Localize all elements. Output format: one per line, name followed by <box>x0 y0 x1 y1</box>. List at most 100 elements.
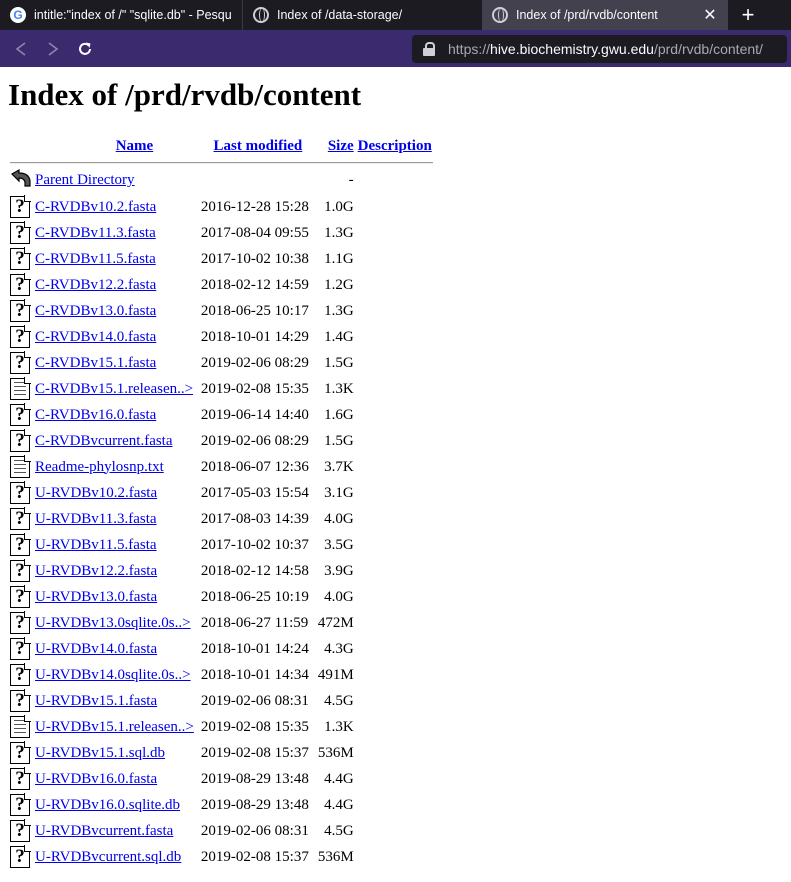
file-link[interactable]: U-RVDBv14.0sqlite.0s..> <box>35 667 191 683</box>
file-link[interactable]: U-RVDBvcurrent.sql.db <box>35 849 181 865</box>
size-cell: 4.0G <box>324 588 354 605</box>
sort-by-description-link[interactable]: Description <box>358 138 432 154</box>
tab-title: intitle:"index of /" "sqlite.db" - Pesqu… <box>34 8 232 22</box>
file-link[interactable]: U-RVDBv14.0.fasta <box>35 641 157 657</box>
file-link[interactable]: C-RVDBv15.1.releasen..> <box>35 381 193 397</box>
description-cell <box>357 611 433 635</box>
file-link[interactable]: C-RVDBv14.0.fasta <box>35 329 156 345</box>
back-button[interactable] <box>10 38 32 60</box>
size-cell: 4.5G <box>324 692 354 709</box>
unknown-file-icon: ? <box>10 299 31 322</box>
forward-button[interactable] <box>42 38 64 60</box>
name-cell: U-RVDBvcurrent.sql.db <box>34 845 195 869</box>
text-file-icon <box>10 715 31 738</box>
size-cell: 1.6G <box>324 406 354 423</box>
name-cell: U-RVDBv10.2.fasta <box>34 481 195 505</box>
size-cell: 3.7K <box>324 458 354 475</box>
icon-cell: ? <box>10 689 32 713</box>
file-link[interactable]: C-RVDBvcurrent.fasta <box>35 433 173 449</box>
size-cell: 491M <box>317 666 354 683</box>
tab-data-storage[interactable]: Index of /data-storage/ <box>242 0 476 30</box>
sort-by-modified-link[interactable]: Last modified <box>213 138 302 154</box>
file-link[interactable]: U-RVDBv16.0.fasta <box>35 771 157 787</box>
file-link[interactable]: C-RVDBv11.3.fasta <box>35 225 156 241</box>
description-cell <box>357 247 433 271</box>
globe-icon <box>253 7 269 23</box>
name-cell: Readme-phylosnp.txt <box>34 455 195 479</box>
sort-by-name-link[interactable]: Name <box>116 138 154 154</box>
date-cell: 2018-06-07 12:36 <box>200 458 309 475</box>
sort-by-size-link[interactable]: Size <box>328 138 354 154</box>
text-file-icon <box>10 377 31 400</box>
file-link[interactable]: C-RVDBv16.0.fasta <box>35 407 156 423</box>
file-link[interactable]: U-RVDBv13.0sqlite.0s..> <box>35 615 191 631</box>
file-link[interactable]: U-RVDBv11.5.fasta <box>35 537 157 553</box>
tab-google-search[interactable]: G intitle:"index of /" "sqlite.db" - Pes… <box>0 0 242 30</box>
description-cell <box>357 481 433 505</box>
url-scheme: https:// <box>448 40 491 57</box>
description-cell <box>357 168 433 193</box>
reload-button[interactable] <box>74 38 96 60</box>
size-cell: 1.0G <box>324 198 354 215</box>
name-cell: U-RVDBv12.2.fasta <box>34 559 195 583</box>
table-row: ? C-RVDBv15.1.fasta 2019-02-06 08:29 1.5G <box>10 351 433 375</box>
file-link[interactable]: C-RVDBv10.2.fasta <box>35 199 156 215</box>
unknown-file-icon: ? <box>10 793 31 816</box>
icon-cell: ? <box>10 403 32 427</box>
size-cell: 1.1G <box>324 250 354 267</box>
name-cell: U-RVDBvcurrent.fasta <box>34 819 195 843</box>
lock-icon <box>422 41 436 56</box>
icon-cell: ? <box>10 585 32 609</box>
file-link[interactable]: U-RVDBv13.0.fasta <box>35 589 157 605</box>
size-cell: 1.3G <box>324 224 354 241</box>
description-cell <box>357 637 433 661</box>
table-row: ? C-RVDBv11.5.fasta 2017-10-02 10:38 1.1G <box>10 247 433 271</box>
file-link[interactable]: U-RVDBv15.1.fasta <box>35 693 157 709</box>
date-cell: 2019-02-06 08:31 <box>200 692 309 709</box>
file-link[interactable]: U-RVDBv15.1.releasen..> <box>35 719 194 735</box>
date-cell: 2019-02-08 15:37 <box>200 744 309 761</box>
file-link[interactable]: U-RVDBvcurrent.fasta <box>35 823 173 839</box>
table-row: C-RVDBv15.1.releasen..> 2019-02-08 15:35 1… <box>10 377 433 401</box>
file-link[interactable]: C-RVDBv11.5.fasta <box>35 251 156 267</box>
tab-rvdb-content[interactable]: Index of /prd/rvdb/content ✕ <box>482 0 728 30</box>
new-tab-button[interactable]: + <box>728 0 768 30</box>
unknown-file-icon: ? <box>10 481 31 504</box>
size-cell: 4.3G <box>324 640 354 657</box>
table-row: ? U-RVDBv16.0.fasta 2019-08-29 13:48 4.4G <box>10 767 433 791</box>
file-link[interactable]: C-RVDBv13.0.fasta <box>35 303 156 319</box>
file-link[interactable]: U-RVDBv11.3.fasta <box>35 511 157 527</box>
file-link[interactable]: C-RVDBv15.1.fasta <box>35 355 156 371</box>
date-cell: 2018-06-25 10:17 <box>200 302 309 319</box>
date-cell: 2019-02-06 08:29 <box>200 354 309 371</box>
description-cell <box>357 559 433 583</box>
size-cell: 4.0G <box>324 510 354 527</box>
icon-cell: ? <box>10 845 32 869</box>
file-link[interactable]: U-RVDBv15.1.sql.db <box>35 745 165 761</box>
description-cell <box>357 351 433 375</box>
unknown-file-icon: ? <box>10 845 31 868</box>
parent-directory-link[interactable]: Parent Directory <box>35 172 135 188</box>
file-link[interactable]: U-RVDBv10.2.fasta <box>35 485 157 501</box>
date-cell: 2018-10-01 14:34 <box>200 666 309 683</box>
close-icon[interactable]: ✕ <box>702 5 718 25</box>
table-row: ? U-RVDBv12.2.fasta 2018-02-12 14:58 3.9G <box>10 559 433 583</box>
name-cell: Parent Directory <box>34 168 195 193</box>
icon-cell: ? <box>10 507 32 531</box>
name-cell: U-RVDBv16.0.sqlite.db <box>34 793 195 817</box>
file-link[interactable]: Readme-phylosnp.txt <box>35 459 164 475</box>
icon-cell: ? <box>10 195 32 219</box>
address-bar[interactable]: https://hive.biochemistry.gwu.edu/prd/rv… <box>412 34 787 63</box>
date-cell: 2019-06-14 14:40 <box>200 406 309 423</box>
description-cell <box>357 455 433 479</box>
description-cell <box>357 715 433 739</box>
name-cell: U-RVDBv15.1.fasta <box>34 689 195 713</box>
file-link[interactable]: U-RVDBv16.0.sqlite.db <box>35 797 180 813</box>
size-cell: 3.1G <box>324 484 354 501</box>
unknown-file-icon: ? <box>10 507 31 530</box>
icon-cell: ? <box>10 637 32 661</box>
file-link[interactable]: C-RVDBv12.2.fasta <box>35 277 156 293</box>
icon-cell: ? <box>10 273 32 297</box>
globe-icon <box>492 7 508 23</box>
file-link[interactable]: U-RVDBv12.2.fasta <box>35 563 157 579</box>
